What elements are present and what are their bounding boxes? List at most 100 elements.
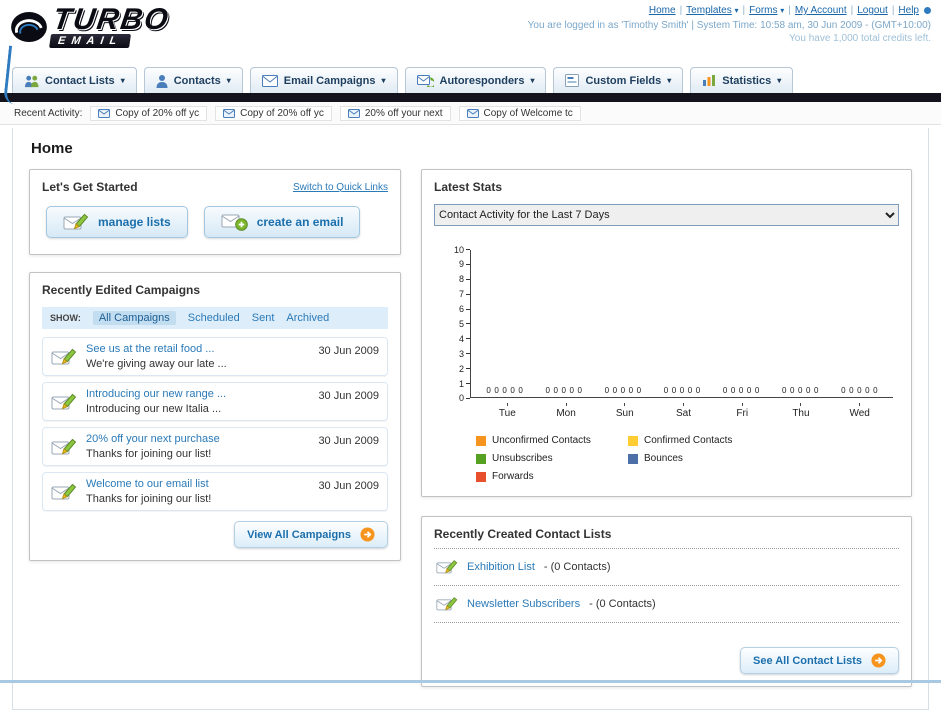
credits-info: You have 1,000 total credits left. [789,33,931,44]
legend-item: Confirmed Contacts [628,435,780,446]
top-link-forms[interactable]: Forms [749,5,777,16]
recent-activity-item[interactable]: 20% off your next [339,105,451,121]
campaign-date: 30 Jun 2009 [318,390,379,402]
login-info: You are logged in as 'Timothy Smith' | S… [527,20,931,31]
contact-list-count: - (0 Contacts) [543,561,611,573]
chevron-down-icon: ▾ [780,6,785,15]
top-link-templates[interactable]: Templates [686,5,732,16]
custom-fields-icon [565,74,580,87]
main-nav: Contact Lists ▾ Contacts ▾ Email Campaig… [0,64,941,93]
recent-activity-text: Copy of 20% off yc [115,107,200,119]
chart-y-axis: 10 9 8 7 6 5 4 3 2 1 0 [448,245,470,403]
recent-activity-item[interactable]: Copy of 20% off yc [90,105,208,121]
left-column: Let's Get Started Switch to Quick Links [29,169,401,561]
create-email-label: create an email [256,215,344,229]
separator: | [742,5,746,16]
new-email-icon [221,213,248,231]
campaign-title-link[interactable]: Introducing our new range ... [86,388,309,400]
contact-lists-icon [24,74,39,88]
chart-bar-group: 00000 [545,386,582,395]
logo-swirl-icon [10,11,48,43]
chart-x-tick-label: Wed [830,403,889,419]
page-title: Home [31,140,73,157]
create-email-button[interactable]: create an email [203,206,361,238]
view-all-campaigns-button[interactable]: View All Campaigns [234,521,388,548]
switch-to-quick-links[interactable]: Switch to Quick Links [293,182,388,193]
campaign-list-item[interactable]: Introducing our new range ... Introducin… [42,382,388,421]
edit-list-icon [436,558,458,576]
campaign-list-item[interactable]: See us at the retail food ... We're givi… [42,337,388,376]
nav-tab-statistics[interactable]: Statistics ▾ [690,67,794,93]
legend-item: Forwards [476,471,628,482]
nav-tab-contact-lists[interactable]: Contact Lists ▾ [12,67,137,93]
arrow-right-icon [360,527,375,542]
nav-tab-label: Email Campaigns [283,74,376,87]
nav-divider-bar [0,93,941,102]
top-link-help[interactable]: Help [898,5,919,16]
campaign-list-item[interactable]: 20% off your next purchase Thanks for jo… [42,427,388,466]
campaign-title-link[interactable]: See us at the retail food ... [86,343,309,355]
campaign-list-item[interactable]: Welcome to our email list Thanks for joi… [42,472,388,511]
filter-scheduled[interactable]: Scheduled [188,312,240,324]
top-links: Home | Templates ▾ | Forms ▾ | My Account | Logo… [528,5,931,16]
nav-tab-label: Custom Fields [585,74,662,87]
manage-lists-button[interactable]: manage lists [46,206,188,238]
separator: | [788,5,791,16]
recent-activity-item[interactable]: Copy of Welcome tc [458,105,581,121]
separator: | [679,5,683,16]
legend-swatch-icon [476,471,486,482]
stats-period-select[interactable]: Contact Activity for the Last 7 Days [434,204,899,226]
legend-swatch-icon [476,453,486,464]
legend-item: Unsubscribes [476,453,628,464]
top-link-home[interactable]: Home [649,5,676,16]
see-all-contact-lists-button[interactable]: See All Contact Lists [739,647,899,674]
right-column: Latest Stats Contact Activity for the La… [421,169,912,687]
nav-tab-autoresponders[interactable]: Autoresponders ▾ [404,67,547,93]
chart-bar-group: 00000 [604,386,642,395]
contact-list-link[interactable]: Exhibition List [467,561,535,573]
envelope-icon [223,108,236,118]
chevron-down-icon: ▾ [777,76,782,85]
campaign-date: 30 Jun 2009 [318,345,379,357]
chart-x-labels: Tue Mon Sun Sat Fri Thu Wed [470,403,899,419]
legend-swatch-icon [628,453,638,464]
campaign-title-link[interactable]: 20% off your next purchase [86,433,309,445]
edit-list-icon [436,595,458,613]
chart-bar-group: 00000 [782,386,819,395]
logo-text: TURBO EMAIL [49,3,172,48]
filter-all-campaigns[interactable]: All Campaigns [92,311,176,325]
contact-activity-chart: 10 9 8 7 6 5 4 3 2 1 0 000000000000000000000000000… [434,245,899,403]
contact-list-link[interactable]: Newsletter Subscribers [467,598,580,610]
see-all-contact-lists-label: See All Contact Lists [752,654,862,667]
nav-tab-custom-fields[interactable]: Custom Fields ▾ [553,67,684,93]
chevron-down-icon: ▾ [381,76,386,85]
nav-tab-email-campaigns[interactable]: Email Campaigns ▾ [249,67,398,93]
contact-list-count: - (0 Contacts) [589,598,656,610]
chart-bar-group: 00000 [841,386,878,395]
campaign-subtitle: Thanks for joining our list! [86,493,212,505]
contact-lists-panel: Recently Created Contact Lists Exhibitio… [421,516,912,687]
campaign-title-link[interactable]: Welcome to our email list [86,478,309,490]
chart-bar-group: 00000 [663,386,701,395]
top-link-logout[interactable]: Logout [857,5,888,16]
recent-activity-text: Copy of 20% off yc [240,107,324,119]
contact-list-item[interactable]: Exhibition List - (0 Contacts) [434,549,899,586]
campaigns-title: Recently Edited Campaigns [42,283,201,297]
get-started-title: Let's Get Started [42,180,138,194]
chart-x-tick-label: Tue [478,403,537,419]
chart-x-tick-label: Mon [537,403,596,419]
nav-tab-contacts[interactable]: Contacts ▾ [143,67,243,93]
legend-swatch-icon [476,435,486,446]
nav-tab-label: Contact Lists [45,74,115,87]
chart-x-tick-label: Sun [595,403,654,419]
contact-list-item[interactable]: Newsletter Subscribers - (0 Contacts) [434,586,899,623]
help-bullet-icon [924,6,931,14]
legend-item: Bounces [628,453,780,464]
campaign-subtitle: Introducing our new Italia ... [86,403,222,415]
latest-stats-panel: Latest Stats Contact Activity for the La… [421,169,912,497]
recent-activity-item[interactable]: Copy of 20% off yc [215,105,332,121]
top-link-my-account[interactable]: My Account [795,5,847,16]
filter-sent[interactable]: Sent [252,312,275,324]
filter-archived[interactable]: Archived [286,312,329,324]
edit-campaign-icon [51,343,77,370]
